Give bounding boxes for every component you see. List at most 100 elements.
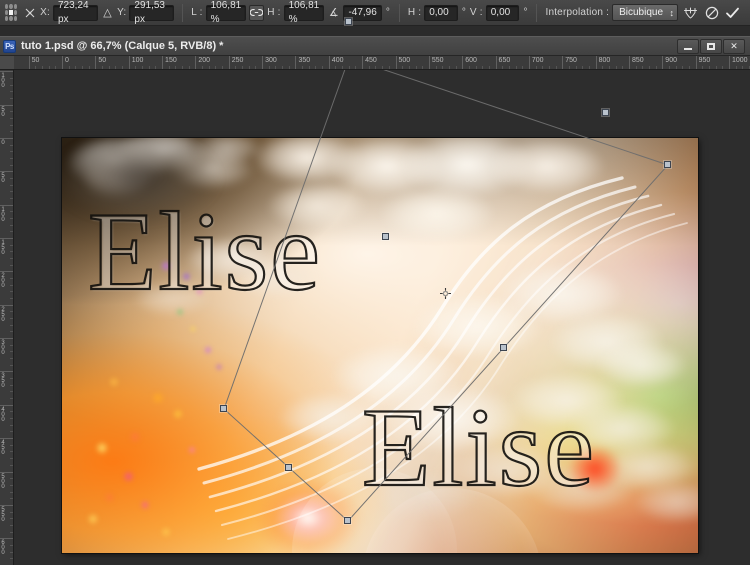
ruler-subtick-v — [10, 484, 13, 486]
ruler-tick-v-label: 50 — [0, 173, 6, 184]
ref-point-cell[interactable] — [5, 4, 9, 9]
ruler-tick-v-label: 450 — [0, 440, 6, 456]
width-input[interactable]: 106,81 % — [205, 0, 247, 25]
handle-left[interactable] — [220, 405, 227, 412]
ruler-subtick-v — [10, 451, 13, 453]
ruler-subtick-h — [508, 66, 510, 69]
ruler-subtick-h — [542, 66, 544, 69]
ruler-tick-v: 50 — [0, 104, 13, 138]
ruler-subtick-h — [555, 66, 557, 69]
ruler-subtick-v — [10, 351, 13, 353]
ruler-tick-v: 200 — [0, 271, 13, 304]
artwork-text-bottom: Elise — [361, 385, 596, 511]
artboard[interactable]: Elise Elise — [62, 138, 698, 553]
handle-top[interactable] — [345, 18, 352, 25]
ruler-subtick-v — [10, 77, 13, 79]
maximize-button[interactable] — [700, 38, 722, 54]
ref-point-cell[interactable] — [5, 10, 9, 15]
vertical-ruler[interactable]: 100 50 0 50 100 150 200 250 300 350 400 450 500 550 60… — [0, 70, 14, 565]
ruler-subtick-v — [10, 117, 13, 119]
ruler-subtick-h — [475, 66, 477, 69]
cancel-transform-icon[interactable] — [702, 4, 721, 22]
handle-middle-right[interactable] — [500, 344, 507, 351]
move-reference-icon — [24, 4, 37, 22]
ref-point-cell[interactable] — [9, 16, 13, 21]
triangle-delta-icon[interactable]: △ — [101, 4, 114, 22]
ruler-subtick-h — [588, 66, 590, 69]
ruler-subtick-v — [10, 478, 13, 480]
photoshop-logo-icon: Ps — [3, 39, 16, 53]
ruler-subtick-h — [382, 66, 384, 69]
skew-h-input[interactable]: 0,00 — [424, 4, 458, 21]
handle-bottom-left[interactable] — [285, 464, 292, 471]
ruler-subtick-h — [615, 66, 617, 69]
ruler-subtick-h — [388, 66, 390, 69]
ruler-subtick-h — [688, 66, 690, 69]
skew-v-input[interactable]: 0,00 — [485, 4, 520, 21]
ruler-tick-v: 400 — [0, 404, 13, 438]
ruler-tick-v-label: 500 — [0, 473, 6, 489]
handle-bottom[interactable] — [344, 517, 351, 524]
warp-mode-icon[interactable] — [681, 4, 700, 22]
ruler-subtick-v — [10, 518, 13, 520]
commit-transform-icon[interactable] — [723, 4, 742, 22]
ruler-subtick-h — [215, 66, 217, 69]
skew-h-unit: ° — [461, 7, 466, 18]
canvas-area[interactable]: Elise Elise — [14, 70, 750, 565]
ruler-tick-v-label: 350 — [0, 373, 6, 389]
ref-point-cell[interactable] — [9, 4, 13, 9]
y-input[interactable]: 291,53 px — [129, 0, 175, 25]
ref-point-cell-center[interactable] — [9, 10, 13, 15]
ruler-subtick-v — [10, 131, 13, 133]
horizontal-ruler[interactable]: 50 0 50 100 150 200 250 300 350 400 450 500 550 600 65… — [0, 56, 750, 70]
ruler-subtick-h — [342, 66, 344, 69]
ref-point-cell[interactable] — [13, 4, 17, 9]
minimize-button[interactable] — [677, 38, 699, 54]
transform-pivot[interactable] — [440, 286, 451, 299]
document-title-bar[interactable]: Ps tuto 1.psd @ 66,7% (Calque 5, RVB/8) … — [0, 36, 750, 56]
ruler-tick-v-label: 300 — [0, 340, 6, 356]
ruler-subtick-v — [10, 298, 13, 300]
ruler-subtick-v — [10, 384, 13, 386]
ruler-subtick-h — [582, 66, 584, 69]
ruler-subtick-v — [10, 158, 13, 159]
ruler-subtick-v — [10, 544, 13, 546]
skew-v-unit: ° — [523, 7, 528, 18]
handle-right[interactable] — [664, 161, 671, 168]
reference-point-selector[interactable] — [5, 4, 17, 21]
ruler-subtick-v — [10, 358, 13, 360]
ruler-subtick-v — [10, 558, 13, 560]
ruler-subtick-h — [488, 66, 490, 69]
ruler-subtick-v — [10, 378, 13, 380]
ruler-subtick-h — [255, 66, 257, 69]
handle-top-right[interactable] — [602, 109, 609, 116]
ruler-subtick-h — [235, 66, 237, 69]
ref-point-cell[interactable] — [13, 16, 17, 21]
ref-point-cell[interactable] — [13, 10, 17, 15]
ruler-subtick-h — [302, 66, 304, 69]
handle-center-top-left[interactable] — [382, 233, 389, 240]
interpolation-select[interactable]: Bicubique — [612, 4, 678, 21]
ruler-subtick-v — [10, 491, 13, 493]
ruler-tick-v: 150 — [0, 238, 13, 271]
ruler-subtick-v — [10, 431, 13, 433]
chain-link-icon[interactable] — [249, 4, 265, 21]
ruler-subtick-v — [10, 511, 13, 513]
ruler-subtick-h — [735, 66, 737, 69]
ruler-tick-v: 50 — [0, 171, 13, 204]
x-input[interactable]: 723,24 px — [52, 0, 98, 25]
ruler-subtick-h — [222, 66, 224, 69]
height-input[interactable]: 106,81 % — [283, 0, 325, 25]
ruler-tick-v-label: 550 — [0, 506, 6, 522]
ruler-subtick-h — [722, 66, 724, 69]
ruler-subtick-h — [408, 66, 410, 69]
ruler-subtick-v — [10, 258, 13, 260]
ref-point-cell[interactable] — [5, 16, 9, 21]
ruler-subtick-v — [10, 524, 13, 526]
interpolation-label: Interpolation : — [545, 7, 610, 18]
ruler-subtick-h — [208, 66, 210, 69]
tool-options-bar: X: 723,24 px △ Y: 291,53 px L : 106,81 %… — [0, 0, 750, 26]
close-button[interactable]: ✕ — [723, 38, 745, 54]
ruler-tick-v-label: 200 — [0, 273, 6, 289]
ruler-subtick-v — [10, 224, 13, 226]
